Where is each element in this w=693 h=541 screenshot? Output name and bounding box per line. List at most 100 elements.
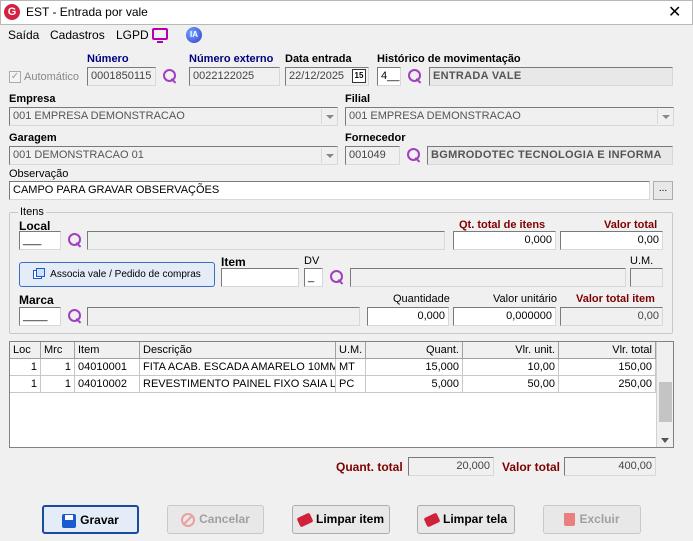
associa-vale-label: Associa vale / Pedido de compras xyxy=(50,269,201,280)
empresa-label: Empresa xyxy=(9,93,56,105)
excluir-button[interactable]: Excluir xyxy=(543,505,641,534)
column-header-quant[interactable]: Quant. xyxy=(366,342,463,359)
table-cell[interactable]: 150,00 xyxy=(559,359,656,376)
search-icon[interactable] xyxy=(162,68,178,84)
table-cell[interactable]: 04010001 xyxy=(75,359,140,376)
vertical-scrollbar[interactable] xyxy=(656,342,673,447)
valor-total-item-field: 0,00 xyxy=(560,307,663,326)
valor-total-field: 0,00 xyxy=(560,231,663,250)
limpar-tela-label: Limpar tela xyxy=(442,512,508,526)
valor-unitario-label: Valor unitário xyxy=(493,293,557,305)
quant-total-field: 20,000 xyxy=(408,457,494,476)
numero-label: Número xyxy=(87,53,129,65)
associa-vale-button[interactable]: Associa vale / Pedido de compras xyxy=(19,262,215,287)
chevron-down-icon[interactable] xyxy=(657,109,672,124)
numero-field[interactable]: 0001850115 xyxy=(87,67,156,86)
garagem-combo[interactable]: 001 DEMONSTRACAO 01 xyxy=(9,146,338,165)
limpar-tela-button[interactable]: Limpar tela xyxy=(417,505,515,534)
table-cell[interactable]: 50,00 xyxy=(463,376,559,393)
numero-externo-label: Número externo xyxy=(189,53,274,65)
marca-field[interactable]: ____ xyxy=(19,307,61,326)
quantidade-field[interactable]: 0,000 xyxy=(367,307,449,326)
excluir-label: Excluir xyxy=(579,512,620,526)
historico-label: Histórico de movimentação xyxy=(377,53,521,65)
marca-desc-field xyxy=(87,307,360,326)
column-header-mrc[interactable]: Mrc xyxy=(41,342,75,359)
qt-total-field: 0,000 xyxy=(453,231,556,250)
garagem-value: 001 DEMONSTRACAO 01 xyxy=(13,149,144,161)
um-label: U.M. xyxy=(630,255,654,267)
column-header-vlr-total[interactable]: Vlr. total xyxy=(559,342,656,359)
um-field xyxy=(630,268,663,287)
table-cell[interactable]: MT xyxy=(336,359,366,376)
menu-item-cadastros[interactable]: Cadastros xyxy=(50,28,105,42)
filial-value: 001 EMPRESA DEMONSTRACAO xyxy=(349,110,521,122)
menu-item-lgpd[interactable]: LGPD xyxy=(116,28,149,42)
limpar-item-button[interactable]: Limpar item xyxy=(292,505,390,534)
table-cell[interactable]: PC xyxy=(336,376,366,393)
copy-icon xyxy=(33,268,46,280)
automatico-checkbox[interactable]: ✓ xyxy=(9,71,21,83)
ia-assistant-icon[interactable]: IA xyxy=(186,27,202,43)
table-cell[interactable]: 1 xyxy=(10,376,41,393)
dv-label: DV xyxy=(304,255,320,267)
app-logo-icon: G xyxy=(4,4,20,20)
table-cell[interactable]: 10,00 xyxy=(463,359,559,376)
menu-item-saida[interactable]: Saída xyxy=(8,28,39,42)
search-icon[interactable] xyxy=(329,269,345,285)
table-cell[interactable]: 1 xyxy=(10,359,41,376)
table-cell[interactable]: 1 xyxy=(41,359,75,376)
filial-label: Filial xyxy=(345,93,371,105)
empresa-combo[interactable]: 001 EMPRESA DEMONSTRACAO xyxy=(9,107,338,126)
fornecedor-code-field[interactable]: 001049 xyxy=(345,146,400,165)
table-cell[interactable]: 5,000 xyxy=(366,376,463,393)
item-desc-field xyxy=(350,268,626,287)
column-header-loc[interactable]: Loc xyxy=(10,342,41,359)
cancel-icon xyxy=(181,512,196,527)
search-icon[interactable] xyxy=(67,308,83,324)
table-cell[interactable]: 04010002 xyxy=(75,376,140,393)
item-field[interactable] xyxy=(221,268,299,287)
search-icon[interactable] xyxy=(407,68,423,84)
historico-code-field[interactable]: 4__ xyxy=(377,67,401,86)
observacao-field[interactable]: CAMPO PARA GRAVAR OBSERVAÇÕES xyxy=(9,181,650,200)
close-icon[interactable]: ✕ xyxy=(668,2,681,22)
table-cell[interactable]: 250,00 xyxy=(559,376,656,393)
trash-icon xyxy=(564,513,576,527)
table-cell[interactable]: 15,000 xyxy=(366,359,463,376)
marca-label: Marca xyxy=(19,293,54,307)
qt-total-label: Qt. total de itens xyxy=(459,219,546,231)
items-grid[interactable]: Loc Mrc Item Descrição U.M. Quant. Vlr. … xyxy=(9,341,674,448)
dv-field[interactable]: _ xyxy=(304,268,323,287)
data-entrada-label: Data entrada xyxy=(285,53,352,65)
column-header-vlr-unit[interactable]: Vlr. unit. xyxy=(463,342,559,359)
chevron-down-icon[interactable] xyxy=(661,438,669,443)
column-header-um[interactable]: U.M. xyxy=(336,342,366,359)
local-field[interactable]: ___ xyxy=(19,231,61,250)
table-cell[interactable]: 1 xyxy=(41,376,75,393)
column-header-descricao[interactable]: Descrição xyxy=(140,342,336,359)
table-cell[interactable]: FITA ACAB. ESCADA AMARELO 10MM xyxy=(140,359,336,376)
numero-externo-field[interactable]: 0022122025 xyxy=(189,67,280,86)
search-icon[interactable] xyxy=(67,232,83,248)
chevron-down-icon[interactable] xyxy=(321,148,336,163)
table-cell[interactable]: REVESTIMENTO PAINEL FIXO SAIA LI xyxy=(140,376,336,393)
fornecedor-label: Fornecedor xyxy=(345,132,406,144)
eraser-icon xyxy=(296,512,314,528)
observacao-more-button[interactable]: ... xyxy=(653,181,673,200)
valor-unitario-field[interactable]: 0,000000 xyxy=(453,307,556,326)
search-icon[interactable] xyxy=(406,147,422,163)
gravar-button[interactable]: Gravar xyxy=(42,505,139,534)
chevron-down-icon[interactable] xyxy=(321,109,336,124)
observacao-label: Observação xyxy=(9,168,69,180)
gravar-label: Gravar xyxy=(80,513,119,527)
automatico-label: Automático xyxy=(24,71,80,83)
filial-combo[interactable]: 001 EMPRESA DEMONSTRACAO xyxy=(345,107,674,126)
cancelar-button[interactable]: Cancelar xyxy=(167,505,264,534)
monitor-icon[interactable] xyxy=(152,28,168,43)
valor-total-label: Valor total xyxy=(502,460,561,474)
column-header-item[interactable]: Item xyxy=(75,342,140,359)
scrollbar-thumb[interactable] xyxy=(659,382,672,422)
local-desc-field xyxy=(87,231,445,250)
calendar-icon[interactable]: 15 xyxy=(352,69,366,83)
